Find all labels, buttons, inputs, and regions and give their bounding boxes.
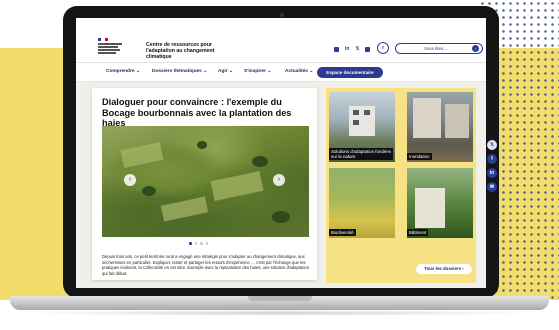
- tile-inondation[interactable]: Inondation: [407, 92, 473, 162]
- all-dossiers-button[interactable]: Tous les dossiers ›: [416, 264, 472, 274]
- tile-solutions-nature[interactable]: Solutions d'adaptation fondées sur la na…: [329, 92, 395, 162]
- main-nav: Comprendre ⌄ Dossiers thématiques ⌄ Agir…: [76, 62, 486, 82]
- nav-sinspirer[interactable]: S'inspirer ⌄: [244, 69, 271, 74]
- article-image-carousel[interactable]: ‹ ›: [102, 126, 309, 237]
- mail-icon[interactable]: [365, 46, 371, 52]
- nav-actualites[interactable]: Actualités ⌄: [285, 69, 313, 74]
- laptop-base: [10, 296, 549, 310]
- search-placeholder: Vous êtes...: [424, 46, 447, 51]
- espace-documentaire-button[interactable]: Espace documentaire: [317, 67, 383, 78]
- building: [445, 104, 469, 138]
- social-links: in 𝕏: [334, 46, 371, 52]
- pager-dot[interactable]: [200, 242, 203, 245]
- article-excerpt: Depuis trois ans, ce petit territoire ru…: [102, 254, 310, 276]
- site-title[interactable]: Centre de ressources pour l'adaptation a…: [146, 42, 226, 61]
- search-submit-icon[interactable]: ›: [472, 45, 479, 52]
- field-patch: [160, 196, 209, 222]
- facebook-share-icon[interactable]: f: [487, 154, 497, 164]
- x-share-icon[interactable]: 𝕏: [487, 140, 497, 150]
- carousel-prev-button[interactable]: ‹: [124, 174, 136, 186]
- tile-label: Solutions d'adaptation fondées sur la na…: [329, 147, 393, 160]
- tree: [197, 141, 207, 149]
- field-patch: [120, 142, 164, 168]
- dossiers-panel: Solutions d'adaptation fondées sur la na…: [326, 88, 476, 283]
- mail-share-icon[interactable]: ✉: [487, 182, 497, 192]
- carousel-next-button[interactable]: ›: [273, 174, 285, 186]
- site-header: Centre de ressources pour l'adaptation a…: [76, 18, 486, 62]
- tile-batiment[interactable]: Bâtiment: [407, 168, 473, 238]
- carousel-pager: [189, 242, 209, 245]
- pager-dot[interactable]: [194, 242, 198, 245]
- laptop-shadow: [20, 310, 539, 316]
- nav-agir[interactable]: Agir ⌄: [218, 69, 233, 74]
- tree: [142, 186, 156, 196]
- share-bar: 𝕏 f in ✉: [487, 140, 497, 192]
- nav-comprendre[interactable]: Comprendre ⌄: [106, 69, 140, 74]
- republique-francaise-logo: [98, 38, 128, 56]
- tile-label: Inondation: [407, 152, 432, 160]
- article-title[interactable]: Dialoguer pour convaincre : l'exemple du…: [102, 97, 312, 129]
- search-icon[interactable]: ⌕: [377, 42, 389, 54]
- pager-dot[interactable]: [189, 242, 192, 245]
- window: [364, 110, 370, 115]
- tile-label: Biodiversité: [329, 228, 356, 236]
- laptop-screen: Centre de ressources pour l'adaptation a…: [76, 18, 486, 288]
- camera-icon: [280, 13, 284, 17]
- window: [353, 120, 359, 125]
- linkedin-icon[interactable]: in: [345, 46, 349, 52]
- laptop-notch: [248, 296, 312, 301]
- stage: Centre de ressources pour l'adaptation a…: [0, 0, 559, 330]
- pager-dot[interactable]: [205, 242, 209, 245]
- tree: [272, 211, 290, 223]
- linkedin-share-icon[interactable]: in: [487, 168, 497, 178]
- tile-label: Bâtiment: [407, 228, 429, 236]
- building: [415, 188, 445, 228]
- tree: [252, 156, 268, 167]
- featured-article[interactable]: Dialoguer pour convaincre : l'exemple du…: [92, 88, 317, 280]
- x-icon[interactable]: 𝕏: [355, 46, 359, 52]
- field-patch: [210, 171, 264, 201]
- building: [413, 98, 441, 138]
- nav-dossiers-thematiques[interactable]: Dossiers thématiques ⌄: [152, 69, 207, 74]
- search-input[interactable]: Vous êtes... ›: [395, 43, 483, 54]
- window: [353, 110, 359, 115]
- tile-biodiversite[interactable]: Biodiversité: [329, 168, 395, 238]
- rss-icon[interactable]: [334, 46, 339, 52]
